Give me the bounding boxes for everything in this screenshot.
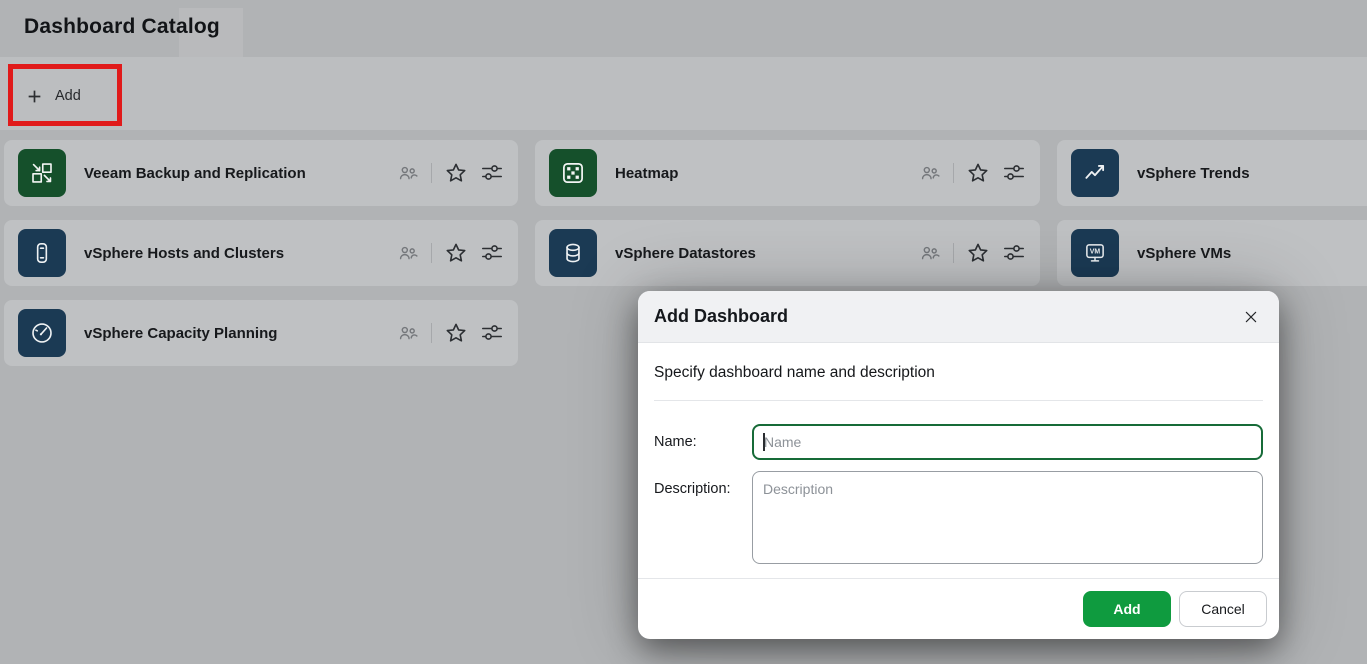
- card-title: vSphere Datastores: [615, 245, 918, 262]
- actions-divider: [431, 243, 432, 263]
- section-divider: [654, 400, 1263, 401]
- modal-subtitle: Specify dashboard name and description: [654, 343, 1263, 400]
- card-title: Veeam Backup and Replication: [84, 165, 396, 182]
- page-title: Dashboard Catalog: [24, 15, 220, 39]
- share-users-icon[interactable]: [396, 322, 419, 345]
- description-label: Description:: [654, 471, 752, 569]
- modal-footer: Add Cancel: [638, 578, 1279, 639]
- favorite-star-icon[interactable]: [966, 161, 990, 185]
- actions-divider: [953, 163, 954, 183]
- configure-sliders-icon[interactable]: [1002, 241, 1026, 265]
- configure-sliders-icon[interactable]: [480, 241, 504, 265]
- dashboard-card-vsphere-datastores[interactable]: vSphere Datastores: [535, 220, 1040, 286]
- card-title: Heatmap: [615, 165, 918, 182]
- host-server-icon: [18, 229, 66, 277]
- configure-sliders-icon[interactable]: [1002, 161, 1026, 185]
- name-label: Name:: [654, 424, 752, 460]
- card-title: vSphere Trends: [1137, 165, 1367, 182]
- heatmap-grid-icon: [549, 149, 597, 197]
- description-input[interactable]: [752, 471, 1263, 564]
- name-input[interactable]: [752, 424, 1263, 460]
- add-dashboard-modal: Add Dashboard Specify dashboard name and…: [638, 291, 1279, 639]
- add-button-label: Add: [55, 88, 81, 104]
- share-users-icon[interactable]: [918, 242, 941, 265]
- share-users-icon[interactable]: [396, 162, 419, 185]
- card-actions: [396, 241, 504, 265]
- dashboard-card-heatmap[interactable]: Heatmap: [535, 140, 1040, 206]
- favorite-star-icon[interactable]: [444, 321, 468, 345]
- database-icon: [549, 229, 597, 277]
- svg-text:VM: VM: [1090, 249, 1101, 256]
- dashboard-card-vsphere-vms[interactable]: VM vSphere VMs: [1057, 220, 1367, 286]
- add-dashboard-button[interactable]: Add: [16, 76, 91, 116]
- plus-icon: [26, 88, 43, 105]
- modal-cancel-button[interactable]: Cancel: [1179, 591, 1267, 627]
- name-field-row: Name:: [654, 424, 1263, 460]
- trend-arrow-icon: [1071, 149, 1119, 197]
- card-actions: [396, 321, 504, 345]
- favorite-star-icon[interactable]: [444, 161, 468, 185]
- toolbar: [0, 57, 1367, 130]
- name-input-wrap: [752, 424, 1263, 460]
- configure-sliders-icon[interactable]: [480, 161, 504, 185]
- dashboard-card-vsphere-capacity[interactable]: vSphere Capacity Planning: [4, 300, 518, 366]
- modal-add-button[interactable]: Add: [1083, 591, 1171, 627]
- card-title: vSphere VMs: [1137, 245, 1367, 262]
- actions-divider: [431, 163, 432, 183]
- text-cursor: [763, 433, 765, 451]
- modal-header: Add Dashboard: [638, 291, 1279, 343]
- description-input-wrap: [752, 471, 1263, 569]
- card-actions: [918, 241, 1026, 265]
- actions-divider: [953, 243, 954, 263]
- description-field-row: Description:: [654, 471, 1263, 569]
- backup-restore-icon: [18, 149, 66, 197]
- configure-sliders-icon[interactable]: [480, 321, 504, 345]
- gauge-icon: [18, 309, 66, 357]
- share-users-icon[interactable]: [918, 162, 941, 185]
- card-actions: [918, 161, 1026, 185]
- dashboard-card-vsphere-hosts[interactable]: vSphere Hosts and Clusters: [4, 220, 518, 286]
- favorite-star-icon[interactable]: [966, 241, 990, 265]
- close-button[interactable]: [1239, 305, 1263, 329]
- favorite-star-icon[interactable]: [444, 241, 468, 265]
- dashboard-card-vsphere-trends[interactable]: vSphere Trends: [1057, 140, 1367, 206]
- vm-monitor-icon: VM: [1071, 229, 1119, 277]
- close-icon: [1243, 309, 1259, 325]
- share-users-icon[interactable]: [396, 242, 419, 265]
- card-actions: [396, 161, 504, 185]
- modal-title: Add Dashboard: [654, 306, 1239, 327]
- dashboard-card-veeam-backup[interactable]: Veeam Backup and Replication: [4, 140, 518, 206]
- card-title: vSphere Capacity Planning: [84, 325, 396, 342]
- card-title: vSphere Hosts and Clusters: [84, 245, 396, 262]
- actions-divider: [431, 323, 432, 343]
- modal-body: Specify dashboard name and description N…: [638, 343, 1279, 578]
